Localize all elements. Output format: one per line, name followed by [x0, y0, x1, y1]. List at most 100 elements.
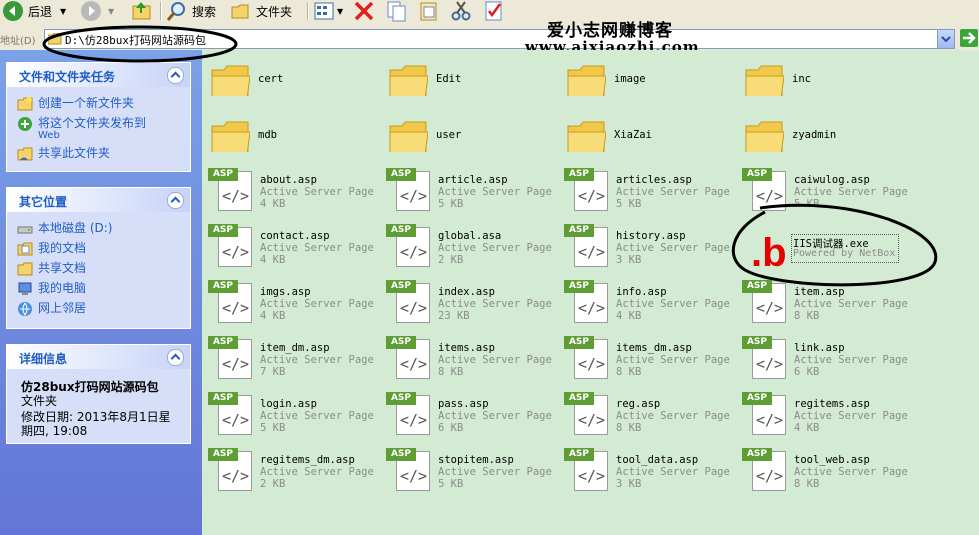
- code-glyph: </>: [222, 411, 250, 429]
- folder-name: Edit: [436, 73, 462, 85]
- asp-file-item[interactable]: ASP </> imgs.asp Active Server Page 4 KB: [208, 280, 382, 330]
- asp-badge: ASP: [208, 448, 238, 461]
- task-label-2: Web: [38, 130, 60, 141]
- asp-file-item[interactable]: ASP </> article.asp Active Server Page 5 KB: [386, 168, 560, 218]
- cut-button[interactable]: [450, 0, 472, 22]
- task-label: 将这个文件夹发布到: [38, 116, 147, 130]
- asp-badge: ASP: [564, 336, 594, 349]
- asp-file-item[interactable]: ASP </> regitems.asp Active Server Page 4 KB: [742, 392, 916, 442]
- asp-file-icon: ASP </>: [564, 168, 608, 212]
- search-label: 搜索: [192, 4, 217, 19]
- copy-to-button[interactable]: [386, 0, 408, 22]
- folder-item[interactable]: user: [388, 118, 558, 168]
- collapse-icon[interactable]: [167, 67, 184, 84]
- chevron-down-icon[interactable]: ▼: [108, 7, 114, 16]
- file-size: 6 KB: [794, 366, 820, 378]
- file-name: info.asp: [616, 286, 667, 298]
- asp-file-item[interactable]: ASP </> about.asp Active Server Page 4 KB: [208, 168, 382, 218]
- asp-file-item[interactable]: ASP </> items_dm.asp Active Server Page 8 KB: [564, 336, 738, 386]
- asp-badge: ASP: [208, 280, 238, 293]
- asp-file-item[interactable]: ASP </> caiwulog.asp Active Server Page 5 KB: [742, 168, 916, 218]
- code-glyph: </>: [222, 243, 250, 261]
- views-icon: [314, 2, 334, 20]
- address-dropdown-button[interactable]: [937, 30, 954, 48]
- asp-file-item[interactable]: ASP </> item_dm.asp Active Server Page 7 KB: [208, 336, 382, 386]
- asp-file-item[interactable]: ASP </> pass.asp Active Server Page 6 KB: [386, 392, 560, 442]
- file-size: 8 KB: [616, 422, 642, 434]
- folder-name: inc: [792, 73, 811, 85]
- search-button[interactable]: 搜索: [166, 0, 216, 22]
- folder-item[interactable]: mdb: [210, 118, 380, 168]
- asp-file-item[interactable]: ASP </> contact.asp Active Server Page 4 KB: [208, 224, 382, 274]
- place-local-disk[interactable]: 本地磁盘 (D:): [17, 221, 112, 237]
- place-my-computer[interactable]: 我的电脑: [17, 281, 86, 297]
- file-type: Active Server Page: [616, 298, 730, 310]
- asp-file-icon: ASP </>: [564, 224, 608, 268]
- task-new-folder[interactable]: 创建一个新文件夹: [17, 96, 134, 112]
- asp-badge: ASP: [386, 280, 416, 293]
- folder-item[interactable]: image: [566, 62, 736, 112]
- file-size: 5 KB: [438, 198, 464, 210]
- folder-name: user: [436, 129, 462, 141]
- folder-icon: [745, 65, 784, 96]
- asp-file-item[interactable]: ASP </> history.asp Active Server Page 3 KB: [564, 224, 738, 274]
- place-label: 网上邻居: [38, 301, 87, 315]
- asp-file-item[interactable]: ASP </> stopitem.asp Active Server Page 5 KB: [386, 448, 560, 498]
- views-button[interactable]: ▼: [313, 0, 343, 22]
- file-type: Active Server Page: [260, 298, 374, 310]
- collapse-icon[interactable]: [167, 192, 184, 209]
- asp-file-item[interactable]: ASP </> link.asp Active Server Page 6 KB: [742, 336, 916, 386]
- code-glyph: </>: [578, 355, 606, 373]
- file-size: 5 KB: [260, 422, 286, 434]
- panel-header[interactable]: 文件和文件夹任务: [7, 63, 190, 87]
- forward-button[interactable]: ▼: [80, 0, 114, 22]
- panel-header[interactable]: 详细信息: [7, 345, 190, 369]
- file-name: caiwulog.asp: [794, 174, 870, 186]
- panel-header[interactable]: 其它位置: [7, 188, 190, 212]
- asp-file-item[interactable]: ASP </> regitems_dm.asp Active Server Page 2…: [208, 448, 382, 498]
- file-type: Active Server Page: [438, 354, 552, 366]
- chevron-down-icon[interactable]: ▼: [60, 7, 66, 16]
- go-button[interactable]: [960, 29, 978, 47]
- delete-button[interactable]: [353, 0, 375, 22]
- asp-file-item[interactable]: ASP </> items.asp Active Server Page 8 KB: [386, 336, 560, 386]
- asp-file-item[interactable]: ASP </> reg.asp Active Server Page 8 KB: [564, 392, 738, 442]
- asp-file-item[interactable]: ASP </> item.asp Active Server Page 8 KB: [742, 280, 916, 330]
- asp-file-item[interactable]: ASP </> login.asp Active Server Page 5 KB: [208, 392, 382, 442]
- file-type: Active Server Page: [794, 410, 908, 422]
- properties-button[interactable]: [483, 0, 505, 22]
- move-to-button[interactable]: [418, 0, 440, 22]
- folder-item[interactable]: zyadmin: [744, 118, 914, 168]
- details-panel: 详细信息 仿28bux打码网站源码包 文件夹 修改日期: 2013年8月1日星 …: [6, 344, 191, 444]
- asp-file-item[interactable]: ASP </> global.asa Active Server Page 2 KB: [386, 224, 560, 274]
- asp-file-icon: ASP </>: [208, 392, 252, 436]
- chevron-down-icon[interactable]: ▼: [337, 7, 343, 16]
- file-type: Powered by NetBox: [793, 248, 896, 259]
- code-glyph: </>: [400, 299, 428, 317]
- place-shared-documents[interactable]: 共享文档: [17, 261, 86, 277]
- asp-file-item[interactable]: ASP </> articles.asp Active Server Page 5 KB: [564, 168, 738, 218]
- place-network[interactable]: 网上邻居: [17, 301, 86, 317]
- asp-file-item[interactable]: ASP </> tool_data.asp Active Server Page 3 K…: [564, 448, 738, 498]
- folder-item[interactable]: inc: [744, 62, 914, 112]
- code-glyph: </>: [756, 187, 784, 205]
- code-glyph: </>: [222, 187, 250, 205]
- up-folder-button[interactable]: [131, 0, 153, 22]
- asp-file-item[interactable]: ASP </> index.asp Active Server Page 23 KB: [386, 280, 560, 330]
- place-my-documents[interactable]: 我的文档: [17, 241, 86, 257]
- asp-file-item[interactable]: ASP </> tool_web.asp Active Server Page 8 KB: [742, 448, 916, 498]
- back-button[interactable]: 后退 ▼: [2, 0, 66, 22]
- folder-icon: [745, 121, 784, 152]
- task-share-folder[interactable]: 共享此文件夹: [17, 146, 110, 162]
- folder-item[interactable]: Edit: [388, 62, 558, 112]
- folder-item[interactable]: cert: [210, 62, 380, 112]
- scissors-icon: [451, 1, 471, 21]
- folder-icon: [211, 65, 250, 96]
- folder-item[interactable]: XiaZai: [566, 118, 736, 168]
- task-publish-web[interactable]: 将这个文件夹发布到 Web: [17, 116, 146, 141]
- collapse-icon[interactable]: [167, 349, 184, 366]
- address-input[interactable]: D:\仿28bux打码网站源码包: [44, 29, 955, 49]
- asp-file-item[interactable]: ASP </> info.asp Active Server Page 4 KB: [564, 280, 738, 330]
- file-size: 4 KB: [260, 254, 286, 266]
- folders-button[interactable]: 文件夹: [230, 0, 292, 22]
